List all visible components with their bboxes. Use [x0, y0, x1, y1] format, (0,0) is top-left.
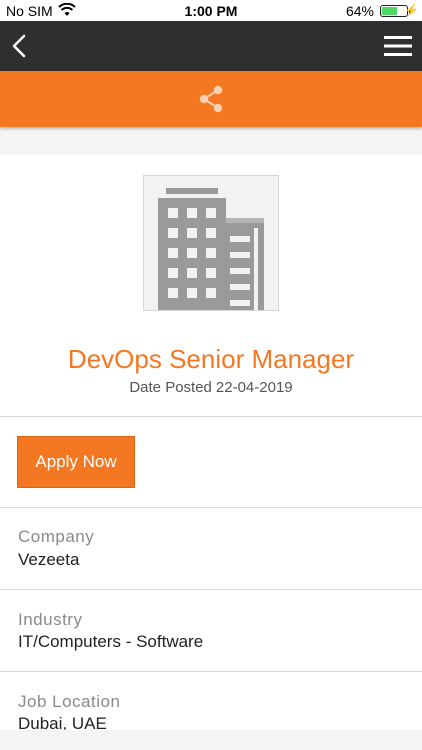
share-icon[interactable] [196, 84, 226, 114]
back-chevron-icon[interactable] [8, 31, 36, 61]
building-icon [158, 188, 264, 310]
divider [0, 416, 422, 417]
job-details-card: DevOps Senior Manager Date Posted 22-04-2… [0, 155, 422, 730]
industry-label: Industry [18, 610, 83, 629]
apply-now-button[interactable]: Apply Now [17, 436, 135, 488]
industry-value: IT/Computers - Software [18, 632, 204, 651]
company-label: Company [18, 527, 95, 546]
job-location-label: Job Location [18, 692, 121, 711]
divider [0, 507, 422, 508]
date-posted-value: 22-04-2019 [215, 379, 293, 396]
job-location-value: Dubai, UAE [18, 714, 107, 730]
divider [0, 671, 422, 672]
company-logo [143, 175, 279, 311]
battery-fill [382, 7, 398, 15]
battery-percent: 64% [345, 3, 374, 19]
bottom-strip [0, 730, 422, 750]
job-title: DevOps Senior Manager [67, 344, 355, 374]
date-posted: Date Posted 22-04-2019 [0, 379, 422, 396]
status-bar: No SIM 1:00 PM 64% ⚡ [0, 0, 422, 21]
date-posted-label: Date Posted [129, 379, 212, 396]
nav-bar [0, 21, 422, 71]
divider [0, 589, 422, 590]
share-bar [0, 71, 422, 127]
company-value: Vezeeta [18, 550, 80, 569]
charging-icon: ⚡ [404, 3, 419, 17]
hamburger-menu-icon[interactable] [384, 34, 412, 58]
